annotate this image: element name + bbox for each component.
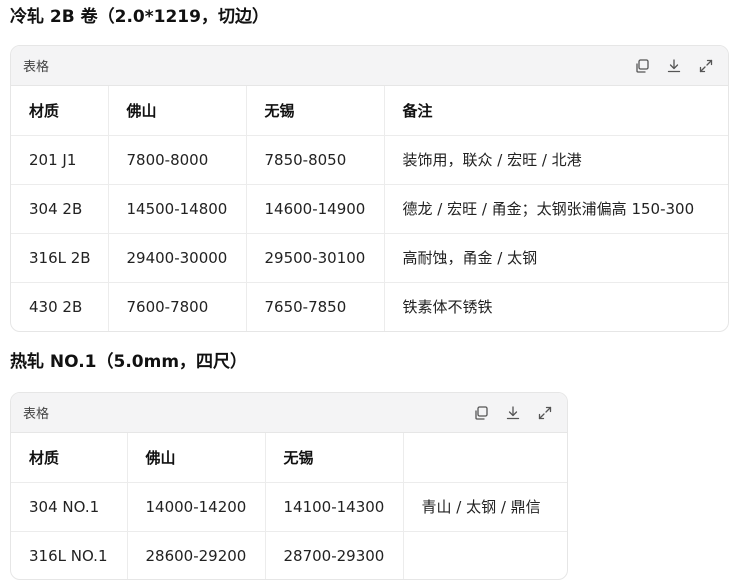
cell-material: 316L NO.1 (11, 531, 128, 579)
table-toolbar: 表格 (11, 393, 567, 433)
cell-foshan: 28600-29200 (127, 531, 266, 579)
cell-wuxi: 29500-30100 (246, 233, 385, 283)
cell-remark: 青山 / 太钢 / 鼎信 (403, 482, 567, 532)
header-foshan: 佛山 (127, 433, 266, 483)
table-label: 表格 (23, 60, 50, 75)
header-material: 材质 (11, 86, 109, 136)
cell-wuxi: 7650-7850 (246, 282, 385, 331)
table-row: 304 2B 14500-14800 14600-14900 德龙 / 宏旺 /… (11, 184, 728, 234)
cell-remark: 高耐蚀，甬金 / 太钢 (384, 233, 728, 283)
header-foshan: 佛山 (108, 86, 247, 136)
cell-foshan: 7600-7800 (108, 282, 247, 331)
price-table-hot-rolled: 材质 佛山 无锡 304 NO.1 14000-14200 14100-1430… (11, 433, 567, 579)
cell-material: 430 2B (11, 282, 109, 331)
cell-wuxi: 7850-8050 (246, 135, 385, 185)
cell-wuxi: 14100-14300 (265, 482, 404, 532)
table-toolbar: 表格 (11, 46, 728, 86)
table-label: 表格 (23, 407, 50, 422)
cell-material: 304 2B (11, 184, 109, 234)
cell-foshan: 14000-14200 (127, 482, 266, 532)
expand-icon[interactable] (698, 58, 714, 74)
table-card-cold-rolled: 表格 材质 佛山 无锡 备注 201 J1 7800-8000 7850-805… (10, 45, 729, 332)
cell-remark: 装饰用，联众 / 宏旺 / 北港 (384, 135, 728, 185)
table-row: 316L NO.1 28600-29200 28700-29300 (11, 531, 567, 579)
table-header-row: 材质 佛山 无锡 (11, 433, 567, 483)
download-icon[interactable] (666, 58, 682, 74)
header-wuxi: 无锡 (265, 433, 404, 483)
cell-material: 201 J1 (11, 135, 109, 185)
price-table-cold-rolled: 材质 佛山 无锡 备注 201 J1 7800-8000 7850-8050 装… (11, 86, 728, 331)
download-icon[interactable] (505, 405, 521, 421)
section-title-cold-rolled: 冷轧 2B 卷（2.0*1219，切边） (10, 7, 269, 27)
table-row: 201 J1 7800-8000 7850-8050 装饰用，联众 / 宏旺 /… (11, 135, 728, 185)
cell-material: 304 NO.1 (11, 482, 128, 532)
table-row: 430 2B 7600-7800 7650-7850 铁素体不锈铁 (11, 282, 728, 331)
header-wuxi: 无锡 (246, 86, 385, 136)
cell-foshan: 7800-8000 (108, 135, 247, 185)
header-remark: 备注 (384, 86, 728, 136)
header-remark (403, 433, 567, 483)
section-title-hot-rolled: 热轧 NO.1（5.0mm，四尺） (10, 352, 248, 372)
copy-icon[interactable] (634, 58, 650, 74)
table-card-hot-rolled: 表格 材质 佛山 无锡 304 NO.1 14000-14200 14100-1… (10, 392, 568, 580)
cell-foshan: 14500-14800 (108, 184, 247, 234)
header-material: 材质 (11, 433, 128, 483)
table-row: 316L 2B 29400-30000 29500-30100 高耐蚀，甬金 /… (11, 233, 728, 283)
cell-foshan: 29400-30000 (108, 233, 247, 283)
table-header-row: 材质 佛山 无锡 备注 (11, 86, 728, 136)
expand-icon[interactable] (537, 405, 553, 421)
table-actions (473, 405, 553, 421)
cell-remark: 铁素体不锈铁 (402, 298, 493, 317)
table-actions (634, 58, 714, 74)
cell-remark: 德龙 / 宏旺 / 甬金；太钢张浦偏高 150-300 (384, 184, 728, 234)
cell-material: 316L 2B (11, 233, 109, 283)
table-row: 304 NO.1 14000-14200 14100-14300 青山 / 太钢… (11, 482, 567, 532)
cell-wuxi: 14600-14900 (246, 184, 385, 234)
cell-remark (403, 531, 567, 579)
cell-wuxi: 28700-29300 (265, 531, 404, 579)
copy-icon[interactable] (473, 405, 489, 421)
